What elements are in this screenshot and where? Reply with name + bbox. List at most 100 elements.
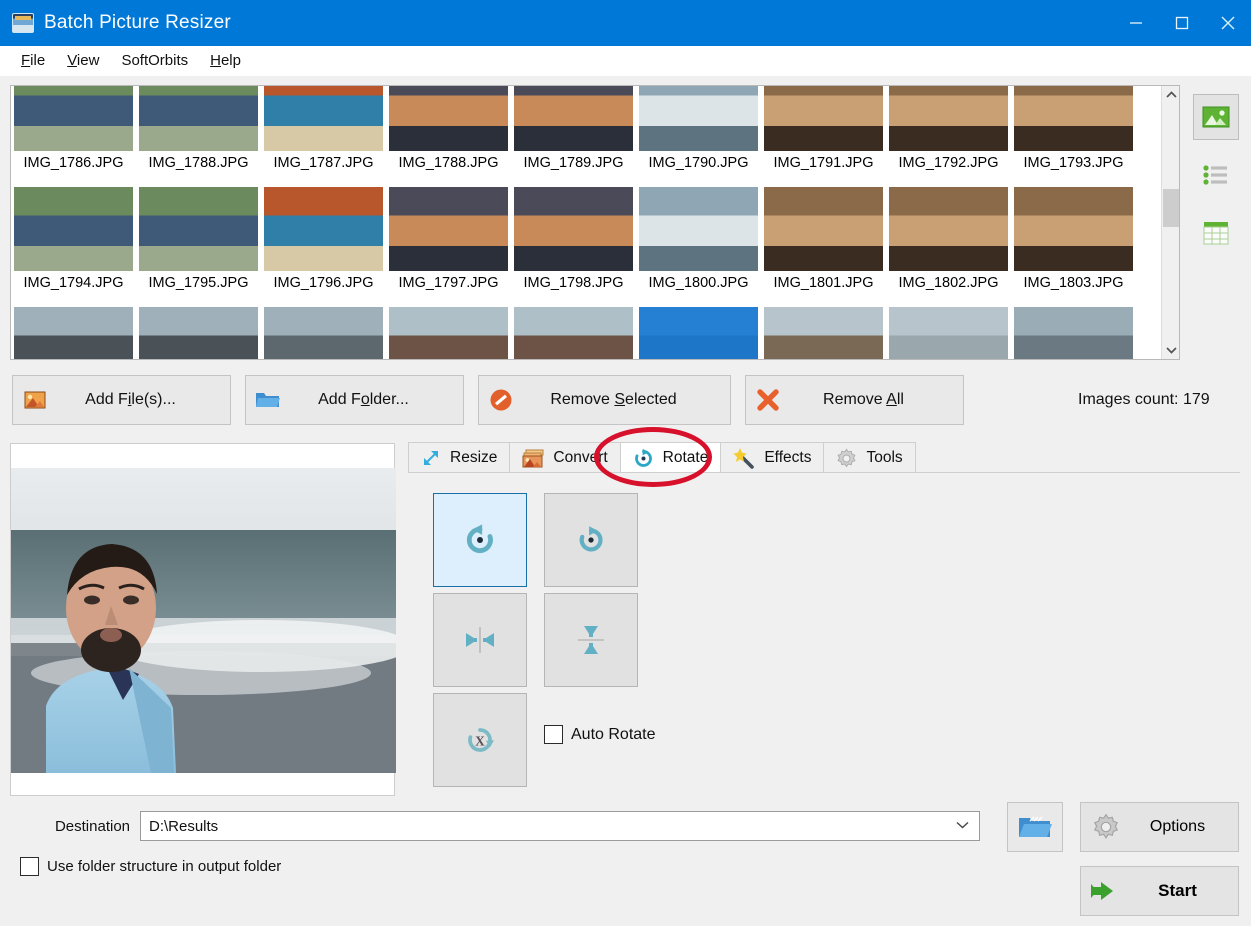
thumbnail-image [764,187,883,271]
tab-effects[interactable]: Effects [720,442,825,473]
tab-convert[interactable]: Convert [509,442,621,473]
add-files-button[interactable]: Add File(s)... [12,375,231,425]
thumbnail-item[interactable]: IMG_1802.JPG [886,184,1011,304]
flip-horizontal-button[interactable] [433,593,527,687]
thumbnail-item[interactable]: IMG_1787.JPG [261,86,386,184]
auto-rotate-checkbox[interactable] [544,725,563,744]
tab-rotate-label: Rotate [662,449,709,466]
scroll-down-button[interactable] [1162,341,1179,359]
thumbnail-item[interactable]: IMG_1816.JPG [386,304,511,359]
title-bar: Batch Picture Resizer [0,0,1251,46]
options-button[interactable]: Options [1080,802,1239,852]
add-folder-button[interactable]: Add Folder... [245,375,464,425]
thumbnail-image [1014,307,1133,359]
thumbnail-item[interactable]: IMG_1800.JPG [636,184,761,304]
close-button[interactable] [1205,0,1251,46]
rotate-right-button[interactable] [544,493,638,587]
scrollbar-thumb[interactable] [1163,189,1179,227]
browse-folder-button[interactable] [1007,802,1063,852]
tab-tools[interactable]: Tools [823,442,916,473]
auto-rotate-checkbox-row[interactable]: Auto Rotate [544,725,656,744]
window-title: Batch Picture Resizer [44,12,231,33]
thumbnail-item[interactable]: IMG_1809.JPG [261,304,386,359]
remove-selected-label: Remove Selected [550,391,677,408]
thumbnail-scrollbar[interactable] [1161,86,1179,359]
details-view-button[interactable] [1193,210,1239,256]
destination-input[interactable]: D:\Results [141,818,218,835]
thumbnail-filename: IMG_1790.JPG [648,155,749,171]
use-folder-structure-checkbox[interactable] [20,857,39,876]
thumbnail-item[interactable]: IMG_1803.JPG [1011,184,1136,304]
thumbnail-image [889,307,1008,359]
menu-item-view[interactable]: View [56,49,110,72]
thumbnail-item[interactable]: IMG_1819.JPG [636,304,761,359]
thumbnail-item[interactable]: IMG_1818.JPG [511,304,636,359]
thumbnail-list[interactable]: IMG_1786.JPG IMG_1788.JPG IMG_1787.JPG IMG_… [10,85,1180,360]
thumbnail-image [764,307,883,359]
use-folder-structure-row[interactable]: Use folder structure in output folder [20,857,281,876]
maximize-button[interactable] [1159,0,1205,46]
thumbnail-item[interactable]: IMG_1808.JPG [136,304,261,359]
thumbnail-item[interactable]: IMG_1788.JPG [136,86,261,184]
convert-images-icon [522,449,544,468]
svg-text:X: X [475,733,485,748]
thumbnail-item[interactable]: IMG_1792.JPG [886,86,1011,184]
thumbnail-item[interactable]: IMG_1821.JPG [761,304,886,359]
gear-icon [1081,813,1131,841]
flip-vertical-button[interactable] [544,593,638,687]
image-preview-panel [10,443,396,796]
thumbnail-item[interactable]: IMG_1822.JPG [886,304,1011,359]
thumbnail-item[interactable]: IMG_1790.JPG [636,86,761,184]
flip-horizontal-icon [466,627,494,653]
thumbnail-image [1014,187,1133,271]
thumbnail-item[interactable]: IMG_1807.JPG [11,304,136,359]
thumbnail-item[interactable]: IMG_1789.JPG [511,86,636,184]
menu-item-help[interactable]: Help [199,49,252,72]
app-logo-icon [12,13,34,33]
thumbnail-item[interactable]: IMG_1797.JPG [386,184,511,304]
thumbnail-image [389,86,508,151]
thumbnail-filename: IMG_1801.JPG [773,275,874,291]
thumbnail-image [639,187,758,271]
remove-selected-button[interactable]: Remove Selected [478,375,731,425]
rotate-left-button[interactable] [433,493,527,587]
thumbnail-item[interactable]: IMG_1801.JPG [761,184,886,304]
thumbnail-filename: IMG_1803.JPG [1023,275,1124,291]
thumbnail-filename: IMG_1795.JPG [148,275,249,291]
thumbnail-filename: IMG_1798.JPG [523,275,624,291]
folder-icon [246,390,290,410]
thumbnail-item[interactable]: IMG_1788.JPG [386,86,511,184]
tab-resize[interactable]: Resize [408,442,511,473]
thumbnail-item[interactable]: IMG_1795.JPG [136,184,261,304]
thumbnail-image [139,187,258,271]
tab-rotate[interactable]: Rotate [619,442,722,473]
thumbnail-filename: IMG_1788.JPG [398,155,499,171]
thumbnail-filename: IMG_1794.JPG [23,275,124,291]
scroll-up-button[interactable] [1162,86,1179,104]
thumbnail-item[interactable]: IMG_1826.JPG [1011,304,1136,359]
rotate-icon [633,448,654,469]
thumbnail-item[interactable]: IMG_1794.JPG [11,184,136,304]
thumbnail-item[interactable]: IMG_1796.JPG [261,184,386,304]
menu-item-file[interactable]: File [10,49,56,72]
thumbnail-item[interactable]: IMG_1791.JPG [761,86,886,184]
thumbnail-item[interactable]: IMG_1786.JPG [11,86,136,184]
add-files-label: Add File(s)... [85,391,176,408]
thumbnail-item[interactable]: IMG_1798.JPG [511,184,636,304]
thumbnails-view-button[interactable] [1193,94,1239,140]
rotate-custom-button[interactable]: X [433,693,527,787]
thumbnail-item[interactable]: IMG_1793.JPG [1011,86,1136,184]
destination-combobox[interactable]: D:\Results [140,811,980,841]
open-folder-icon [1019,816,1052,837]
menu-item-softorbits[interactable]: SoftOrbits [110,49,199,72]
thumbnail-image [14,307,133,359]
remove-all-button[interactable]: Remove All [745,375,964,425]
chevron-down-icon[interactable] [956,820,969,832]
start-button[interactable]: Start [1080,866,1239,916]
rotate-ccw-icon [466,524,493,553]
list-view-button[interactable] [1193,152,1239,198]
table-icon [1203,222,1229,245]
minimize-button[interactable] [1113,0,1159,46]
thumbnail-image [889,187,1008,271]
thumbnail-image [514,187,633,271]
